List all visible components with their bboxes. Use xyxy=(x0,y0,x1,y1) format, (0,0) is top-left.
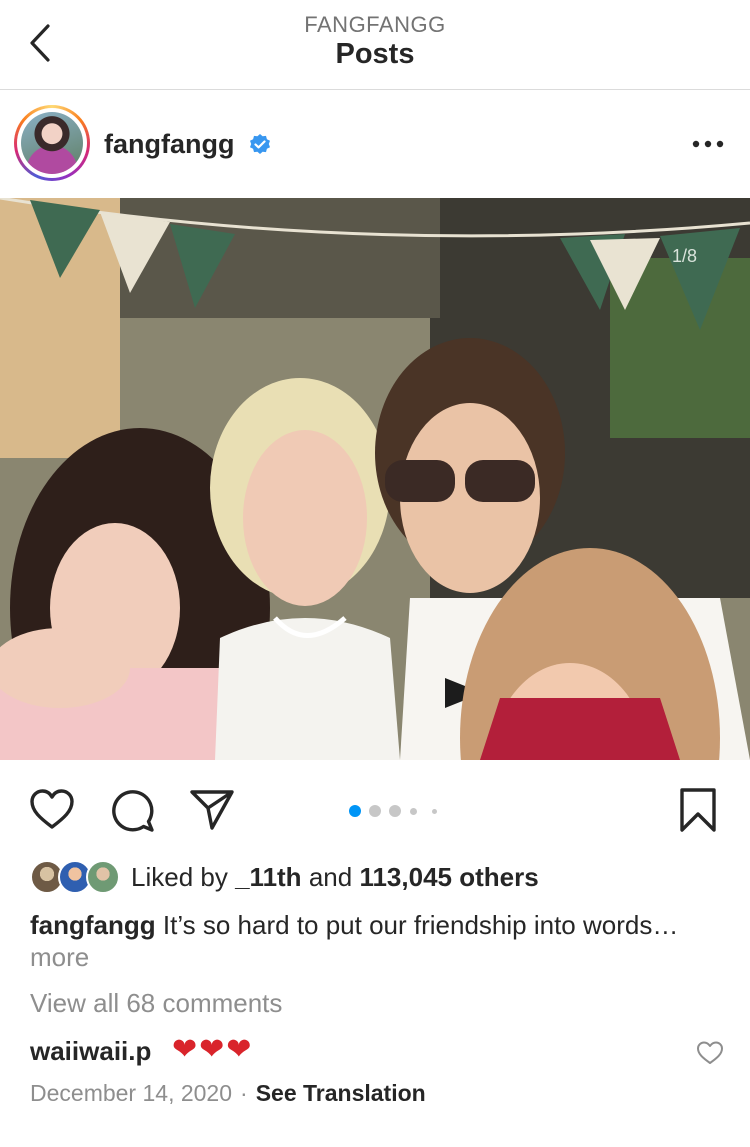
liked-by-username[interactable]: _11th xyxy=(235,862,302,892)
like-button[interactable] xyxy=(28,786,76,834)
carousel-dot xyxy=(410,808,417,815)
likes-text: Liked by _11th and 113,045 others xyxy=(131,862,539,892)
carousel-dot xyxy=(432,809,437,814)
carousel-dot xyxy=(389,805,401,817)
paper-plane-icon xyxy=(190,790,234,830)
post-caption: fangfangg It’s so hard to put our friend… xyxy=(30,909,720,973)
top-navigation-bar: FANGFANGG Posts xyxy=(0,0,750,90)
post-author-username[interactable]: fangfangg xyxy=(104,129,234,160)
post-action-bar xyxy=(0,770,750,850)
post-meta: December 14, 2020 · See Translation xyxy=(30,1080,426,1107)
post-photo[interactable]: 1/8 xyxy=(0,198,750,760)
page-title: Posts xyxy=(335,38,415,70)
profile-username-label: FANGFANGG xyxy=(304,12,446,37)
heart-icon xyxy=(30,789,74,829)
photo-counter-text: 1/8 xyxy=(672,246,697,266)
story-ring[interactable] xyxy=(14,105,90,181)
more-options-button[interactable] xyxy=(688,129,728,159)
caption-more-link[interactable]: more xyxy=(30,942,89,972)
post-photo-illustration: 1/8 xyxy=(0,198,750,760)
liker-avatar xyxy=(86,860,120,894)
comment-like-button[interactable] xyxy=(696,1040,724,1066)
bookmark-icon xyxy=(680,788,716,832)
avatar xyxy=(21,112,83,174)
caption-username[interactable]: fangfangg xyxy=(30,910,156,940)
save-button[interactable] xyxy=(674,786,722,834)
caption-text: It’s so hard to put our friendship into … xyxy=(162,910,679,940)
view-all-comments-link[interactable]: View all 68 comments xyxy=(30,988,282,1019)
share-button[interactable] xyxy=(188,786,236,834)
post-date: December 14, 2020 xyxy=(30,1080,233,1106)
comment-button[interactable] xyxy=(108,786,156,834)
carousel-dot xyxy=(369,805,381,817)
comment-preview: waiiwaii.p ❤❤❤ xyxy=(30,1032,730,1072)
likes-count[interactable]: 113,045 others xyxy=(359,862,538,892)
likes-summary[interactable]: Liked by _11th and 113,045 others xyxy=(30,858,730,898)
comment-bubble-icon xyxy=(112,790,154,832)
carousel-dot-active xyxy=(349,805,361,817)
more-horizontal-icon xyxy=(692,140,724,148)
verified-badge-icon xyxy=(250,134,270,154)
comment-username[interactable]: waiiwaii.p xyxy=(30,1036,151,1067)
post-header: fangfangg xyxy=(0,91,750,198)
see-translation-link[interactable]: See Translation xyxy=(256,1080,426,1106)
heart-icon xyxy=(697,1041,723,1064)
comment-text: ❤❤❤ xyxy=(172,1033,254,1066)
meta-separator: · xyxy=(240,1080,248,1106)
